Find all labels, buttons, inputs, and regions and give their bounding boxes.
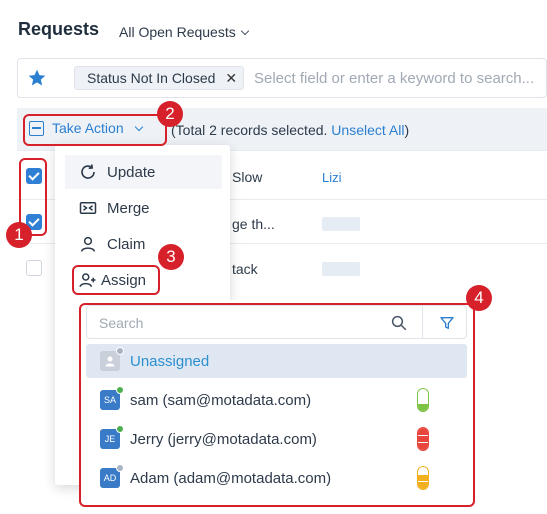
merge-icon xyxy=(79,199,97,217)
row-checkbox[interactable] xyxy=(26,260,42,276)
page-title: Requests xyxy=(18,19,100,39)
menu-item-label: Update xyxy=(107,163,156,181)
callout-box-take-action xyxy=(23,114,167,146)
callout-badge-3: 3 xyxy=(158,244,184,270)
filter-chip: Status Not In Closed ✕ xyxy=(74,66,245,90)
row-assignee-placeholder xyxy=(322,217,360,231)
row-assignee-placeholder xyxy=(322,262,360,276)
menu-item-merge[interactable]: Merge xyxy=(79,199,150,217)
row-subject[interactable]: tack xyxy=(232,261,258,277)
close-icon[interactable]: ✕ xyxy=(225,71,237,85)
user-icon xyxy=(79,235,97,253)
view-filter-label: All Open Requests xyxy=(119,24,236,40)
callout-badge-2: 2 xyxy=(157,101,183,127)
records-selected-text: (Total 2 records selected. Unselect All) xyxy=(171,122,409,138)
refresh-icon xyxy=(79,163,97,181)
row-subject[interactable]: Slow xyxy=(232,169,262,185)
star-icon[interactable] xyxy=(27,68,47,88)
menu-item-label: Claim xyxy=(107,235,146,253)
view-filter-dropdown[interactable]: All Open Requests xyxy=(119,24,249,40)
callout-box-assignee-list xyxy=(79,303,475,507)
menu-item-update[interactable]: Update xyxy=(65,155,222,189)
menu-item-claim[interactable]: Claim xyxy=(79,235,145,253)
records-close-paren: ) xyxy=(404,122,410,138)
unselect-all-link[interactable]: Unselect All xyxy=(331,122,404,138)
records-count-text: (Total 2 records selected. xyxy=(171,122,328,138)
callout-box-assign xyxy=(72,265,160,295)
chevron-down-icon xyxy=(240,26,249,35)
row-assignee[interactable]: Lizi xyxy=(322,170,342,185)
search-bar[interactable]: Status Not In Closed ✕ Select field or e… xyxy=(17,58,547,98)
callout-badge-1: 1 xyxy=(6,222,32,248)
filter-chip-label: Status Not In Closed xyxy=(87,70,216,86)
search-input[interactable]: Select field or enter a keyword to searc… xyxy=(254,70,534,87)
callout-badge-4: 4 xyxy=(466,285,492,311)
row-subject[interactable]: ge th... xyxy=(232,216,275,232)
menu-item-label: Merge xyxy=(107,199,150,217)
